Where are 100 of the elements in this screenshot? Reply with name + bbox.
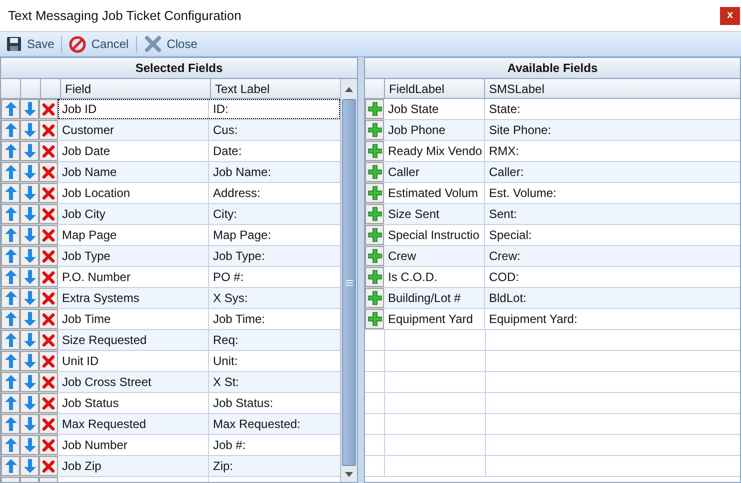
move-down-button[interactable] xyxy=(20,456,39,476)
move-down-button[interactable] xyxy=(20,246,39,266)
move-up-button[interactable] xyxy=(1,288,20,308)
move-down-button[interactable] xyxy=(20,330,39,350)
table-row[interactable]: Customer Cus: xyxy=(1,120,340,141)
move-up-button[interactable] xyxy=(1,162,20,182)
move-down-button[interactable] xyxy=(20,393,39,413)
add-button[interactable] xyxy=(365,162,384,182)
remove-button[interactable] xyxy=(39,204,58,224)
save-button[interactable]: Save xyxy=(5,35,56,53)
remove-button[interactable] xyxy=(39,435,58,455)
column-header[interactable]: SMSLabel xyxy=(485,79,740,98)
add-button[interactable] xyxy=(365,246,384,266)
column-header[interactable]: Field xyxy=(61,79,211,98)
remove-button[interactable] xyxy=(39,99,58,119)
move-down-button[interactable] xyxy=(20,141,39,161)
move-up-button[interactable] xyxy=(1,141,20,161)
add-button[interactable] xyxy=(365,141,384,161)
move-down-button[interactable] xyxy=(20,414,39,434)
move-up-button[interactable] xyxy=(1,309,20,329)
move-down-button[interactable] xyxy=(20,183,39,203)
add-button[interactable] xyxy=(365,120,384,140)
move-down-button[interactable] xyxy=(20,372,39,392)
move-up-button[interactable] xyxy=(1,246,20,266)
cancel-button[interactable]: Cancel xyxy=(68,35,130,53)
move-up-button[interactable] xyxy=(1,183,20,203)
remove-button[interactable] xyxy=(39,393,58,413)
remove-button[interactable] xyxy=(39,456,58,476)
remove-button[interactable] xyxy=(39,267,58,287)
table-row[interactable]: Size Requested Req: xyxy=(1,330,340,351)
move-down-button[interactable] xyxy=(20,435,39,455)
table-row[interactable]: Job Cross Street X St: xyxy=(1,372,340,393)
close-button[interactable]: x xyxy=(720,6,740,24)
move-up-button[interactable] xyxy=(1,393,20,413)
delete-icon xyxy=(42,438,55,452)
table-row[interactable]: Job Location Address: xyxy=(1,183,340,204)
remove-button[interactable] xyxy=(39,414,58,434)
table-row[interactable]: Job Date Date: xyxy=(1,141,340,162)
add-button[interactable] xyxy=(365,267,384,287)
add-button[interactable] xyxy=(365,309,384,329)
add-button[interactable] xyxy=(365,204,384,224)
table-row[interactable]: P.O. Number PO #: xyxy=(1,267,340,288)
move-up-button[interactable] xyxy=(1,99,20,119)
move-down-button[interactable] xyxy=(20,162,39,182)
down-arrow-icon xyxy=(24,249,36,263)
move-down-button[interactable] xyxy=(20,309,39,329)
table-row[interactable]: Job Name Job Name: xyxy=(1,162,340,183)
move-down-button[interactable] xyxy=(20,120,39,140)
delete-icon xyxy=(42,124,55,136)
move-up-button[interactable] xyxy=(1,204,20,224)
remove-button[interactable] xyxy=(39,288,58,308)
remove-button[interactable] xyxy=(39,120,58,140)
move-up-button[interactable] xyxy=(1,267,20,287)
scrollbar[interactable] xyxy=(340,79,357,482)
table-row[interactable]: Job ID ID: xyxy=(1,99,340,120)
table-row[interactable]: Job City City: xyxy=(1,204,340,225)
table-row[interactable]: Job Status Job Status: xyxy=(1,393,340,414)
scrollbar-thumb[interactable] xyxy=(342,99,356,466)
move-up-button[interactable] xyxy=(1,351,20,371)
scroll-down-icon[interactable] xyxy=(345,472,354,476)
add-button[interactable] xyxy=(365,183,384,203)
remove-button[interactable] xyxy=(39,372,58,392)
table-cell: Job Zip xyxy=(58,456,209,476)
table-row[interactable]: Job Number Job #: xyxy=(1,435,340,456)
table-row[interactable]: Job Time Job Time: xyxy=(1,309,340,330)
move-up-button[interactable] xyxy=(1,456,20,476)
remove-button[interactable] xyxy=(39,183,58,203)
move-down-button[interactable] xyxy=(20,225,39,245)
move-up-button[interactable] xyxy=(1,435,20,455)
remove-button[interactable] xyxy=(39,225,58,245)
add-button[interactable] xyxy=(365,99,384,119)
table-cell: Job Location xyxy=(58,183,209,203)
move-down-button[interactable] xyxy=(20,288,39,308)
move-down-button[interactable] xyxy=(20,267,39,287)
add-button[interactable] xyxy=(365,225,384,245)
table-row[interactable]: Unit ID Unit: xyxy=(1,351,340,372)
move-up-button[interactable] xyxy=(1,225,20,245)
table-row[interactable]: Map Page Map Page: xyxy=(1,225,340,246)
remove-button[interactable] xyxy=(39,330,58,350)
table-row[interactable]: Extra Systems X Sys: xyxy=(1,288,340,309)
close-button[interactable]: Close xyxy=(142,35,198,53)
remove-button[interactable] xyxy=(39,309,58,329)
move-up-button[interactable] xyxy=(1,414,20,434)
move-up-button[interactable] xyxy=(1,120,20,140)
remove-button[interactable] xyxy=(39,351,58,371)
move-down-button[interactable] xyxy=(20,204,39,224)
remove-button[interactable] xyxy=(39,141,58,161)
move-down-button[interactable] xyxy=(20,99,39,119)
table-row[interactable]: Job Type Job Type: xyxy=(1,246,340,267)
remove-button[interactable] xyxy=(39,162,58,182)
add-button[interactable] xyxy=(365,288,384,308)
column-header[interactable]: Text Label xyxy=(211,79,340,98)
remove-button[interactable] xyxy=(39,246,58,266)
table-row[interactable]: Job Zip Zip: xyxy=(1,456,340,477)
table-row[interactable]: Max Requested Max Requested: xyxy=(1,414,340,435)
move-up-button[interactable] xyxy=(1,330,20,350)
scroll-up-icon[interactable] xyxy=(345,86,354,92)
move-up-button[interactable] xyxy=(1,372,20,392)
column-header[interactable]: FieldLabel xyxy=(385,79,485,98)
move-down-button[interactable] xyxy=(20,351,39,371)
